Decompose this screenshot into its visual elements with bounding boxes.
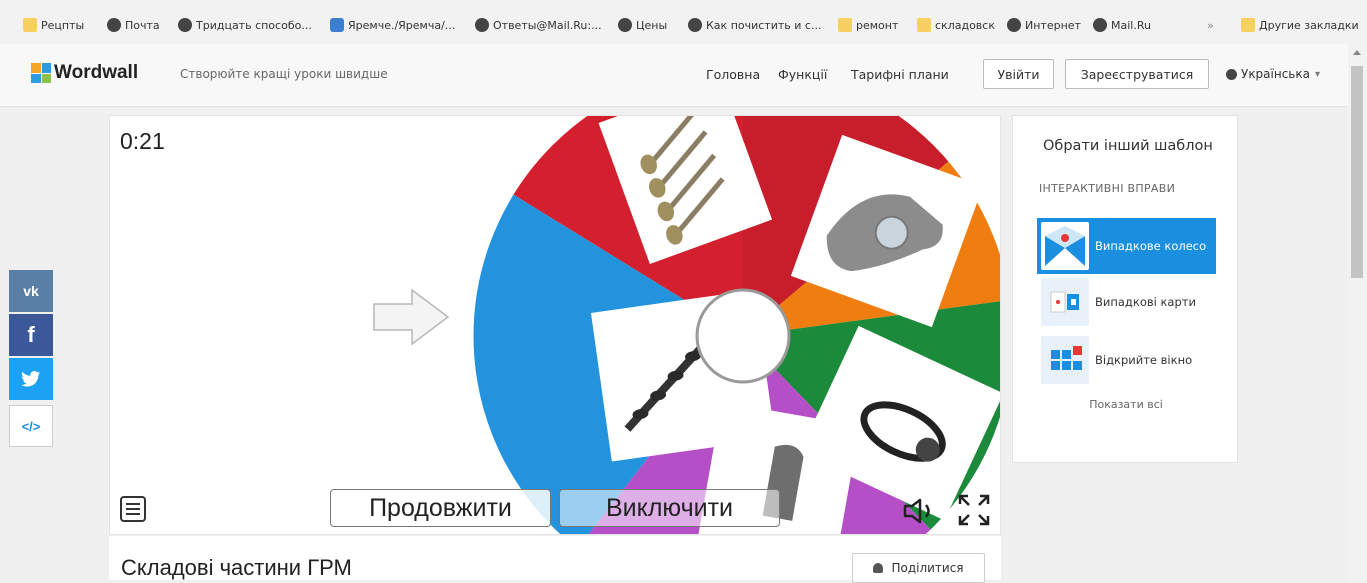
continue-button[interactable]: Продовжити xyxy=(330,489,551,527)
spin-wheel[interactable] xyxy=(467,116,1001,535)
bookmarks-bar: Рецпты Почта Тридцать способо... Яремче.… xyxy=(0,0,1367,45)
wheel-hub[interactable] xyxy=(695,288,791,384)
folder-icon xyxy=(838,18,852,32)
bookmark-how-to-clean[interactable]: Как почистить и с... xyxy=(688,14,821,36)
activity-title: Складові частини ГРМ xyxy=(121,555,352,580)
folder-icon xyxy=(917,18,931,32)
cards-template-icon xyxy=(1041,278,1089,326)
menu-button[interactable] xyxy=(120,496,146,522)
sidebar-title: Обрати інший шаблон xyxy=(1043,138,1213,154)
folder-icon xyxy=(23,18,37,32)
template-random-cards[interactable]: Випадкові карти xyxy=(1037,274,1196,330)
template-sidebar: Обрати інший шаблон ІНТЕРАКТИВНІ ВПРАВИ … xyxy=(1012,115,1238,463)
bookmark-skladovsk[interactable]: складовск xyxy=(917,14,995,36)
share-button[interactable]: Поділитися xyxy=(852,553,985,583)
bookmark-prices[interactable]: Цены xyxy=(618,14,667,36)
globe-icon xyxy=(107,18,121,32)
nav-features[interactable]: Функції xyxy=(778,67,827,82)
globe-icon xyxy=(178,18,192,32)
twitter-share-button[interactable] xyxy=(9,358,53,400)
box-template-icon xyxy=(1041,336,1089,384)
embed-button[interactable]: </> xyxy=(9,405,53,447)
twitter-icon xyxy=(21,371,40,387)
wheel-template-icon xyxy=(1041,222,1089,270)
facebook-icon: f xyxy=(27,322,35,347)
template-random-wheel[interactable]: Випадкове колесо xyxy=(1037,218,1216,274)
show-all-link[interactable]: Показати всі xyxy=(1013,398,1239,411)
globe-icon xyxy=(475,18,489,32)
globe-icon xyxy=(1226,68,1237,80)
site-header: Wordwall Створюйте кращі уроки швидше Го… xyxy=(0,44,1348,107)
page-scrollbar[interactable] xyxy=(1348,44,1367,580)
embed-icon: </> xyxy=(21,418,41,434)
globe-icon xyxy=(618,18,632,32)
timer: 0:21 xyxy=(120,128,165,154)
facebook-share-button[interactable]: f xyxy=(9,314,53,356)
bookmark-repair[interactable]: ремонт xyxy=(838,14,898,36)
template-open-box[interactable]: Відкрийте вікно xyxy=(1037,332,1192,388)
logo-icon xyxy=(31,63,51,83)
bookmark-other[interactable]: Другие закладки xyxy=(1241,14,1359,36)
vk-share-button[interactable]: vk xyxy=(9,270,53,312)
sidebar-section-label: ІНТЕРАКТИВНІ ВПРАВИ xyxy=(1039,182,1176,195)
register-button[interactable]: Зареєструватися xyxy=(1065,59,1209,89)
nav-home[interactable]: Головна xyxy=(706,67,760,82)
site-icon xyxy=(330,18,344,32)
fullscreen-icon[interactable] xyxy=(957,493,991,527)
tagline: Створюйте кращі уроки швидше xyxy=(180,67,388,81)
bookmark-yaremche[interactable]: Яремче./Яремча/... xyxy=(330,14,455,36)
scroll-up-icon[interactable] xyxy=(1353,50,1361,55)
bookmark-thirty-ways[interactable]: Тридцать способо... xyxy=(178,14,312,36)
vk-icon: vk xyxy=(23,283,39,299)
game-panel: 0:21 Продовжити Виключити xyxy=(109,115,1001,535)
bookmark-internet[interactable]: Интернет xyxy=(1007,14,1081,36)
wordwall-logo[interactable]: Wordwall xyxy=(31,62,138,84)
globe-icon xyxy=(1093,18,1107,32)
folder-icon xyxy=(1241,18,1255,32)
bookmark-answers[interactable]: Ответы@Mail.Ru:... xyxy=(475,14,602,36)
activity-title-bar: Складові частини ГРМ Поділитися xyxy=(109,536,1001,583)
wheel-pointer-arrow xyxy=(373,288,450,346)
sound-icon[interactable] xyxy=(903,497,939,525)
scrollbar-thumb[interactable] xyxy=(1351,66,1363,278)
menu-icon xyxy=(126,503,140,505)
person-icon xyxy=(873,563,884,573)
bookmarks-overflow-button[interactable]: » xyxy=(1207,14,1214,36)
bookmark-mail[interactable]: Почта xyxy=(107,14,160,36)
globe-icon xyxy=(688,18,702,32)
bookmark-recipes[interactable]: Рецпты xyxy=(23,14,84,36)
nav-pricing[interactable]: Тарифні плани xyxy=(851,67,949,82)
bookmark-mailru[interactable]: Mail.Ru xyxy=(1093,14,1151,36)
login-button[interactable]: Увійти xyxy=(983,59,1054,89)
exclude-button[interactable]: Виключити xyxy=(559,489,780,527)
globe-icon xyxy=(1007,18,1021,32)
language-selector[interactable]: Українська ▾ xyxy=(1226,67,1320,81)
chevron-down-icon: ▾ xyxy=(1314,68,1321,80)
